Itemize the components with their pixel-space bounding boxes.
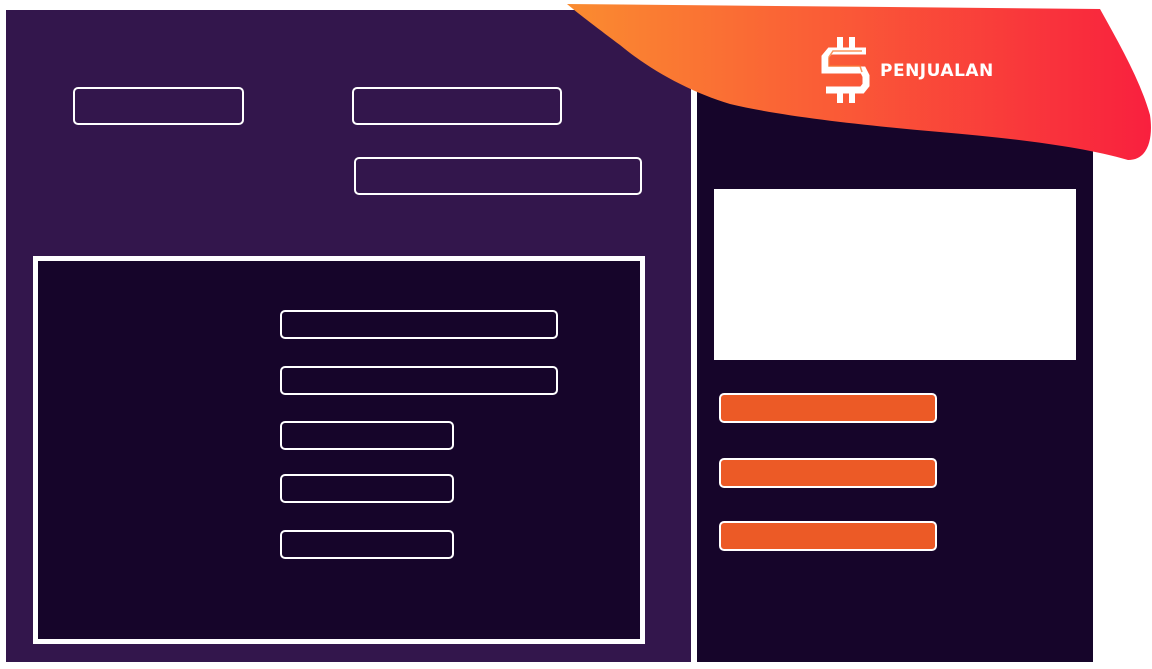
action-button-2[interactable] bbox=[719, 458, 937, 488]
brand: PENJUALAN bbox=[818, 36, 994, 104]
page-title: PENJUALAN bbox=[880, 61, 994, 81]
detail-field-5[interactable] bbox=[280, 530, 454, 559]
detail-field-4[interactable] bbox=[280, 474, 454, 503]
top-field-3[interactable] bbox=[354, 157, 642, 195]
action-button-3[interactable] bbox=[719, 521, 937, 551]
dollar-sign-icon bbox=[821, 37, 870, 103]
top-field-1[interactable] bbox=[73, 87, 244, 125]
action-button-1[interactable] bbox=[719, 393, 937, 423]
top-field-2[interactable] bbox=[352, 87, 562, 125]
detail-field-1[interactable] bbox=[280, 310, 558, 339]
detail-field-2[interactable] bbox=[280, 366, 558, 395]
detail-field-3[interactable] bbox=[280, 421, 454, 450]
preview-area bbox=[714, 189, 1076, 360]
